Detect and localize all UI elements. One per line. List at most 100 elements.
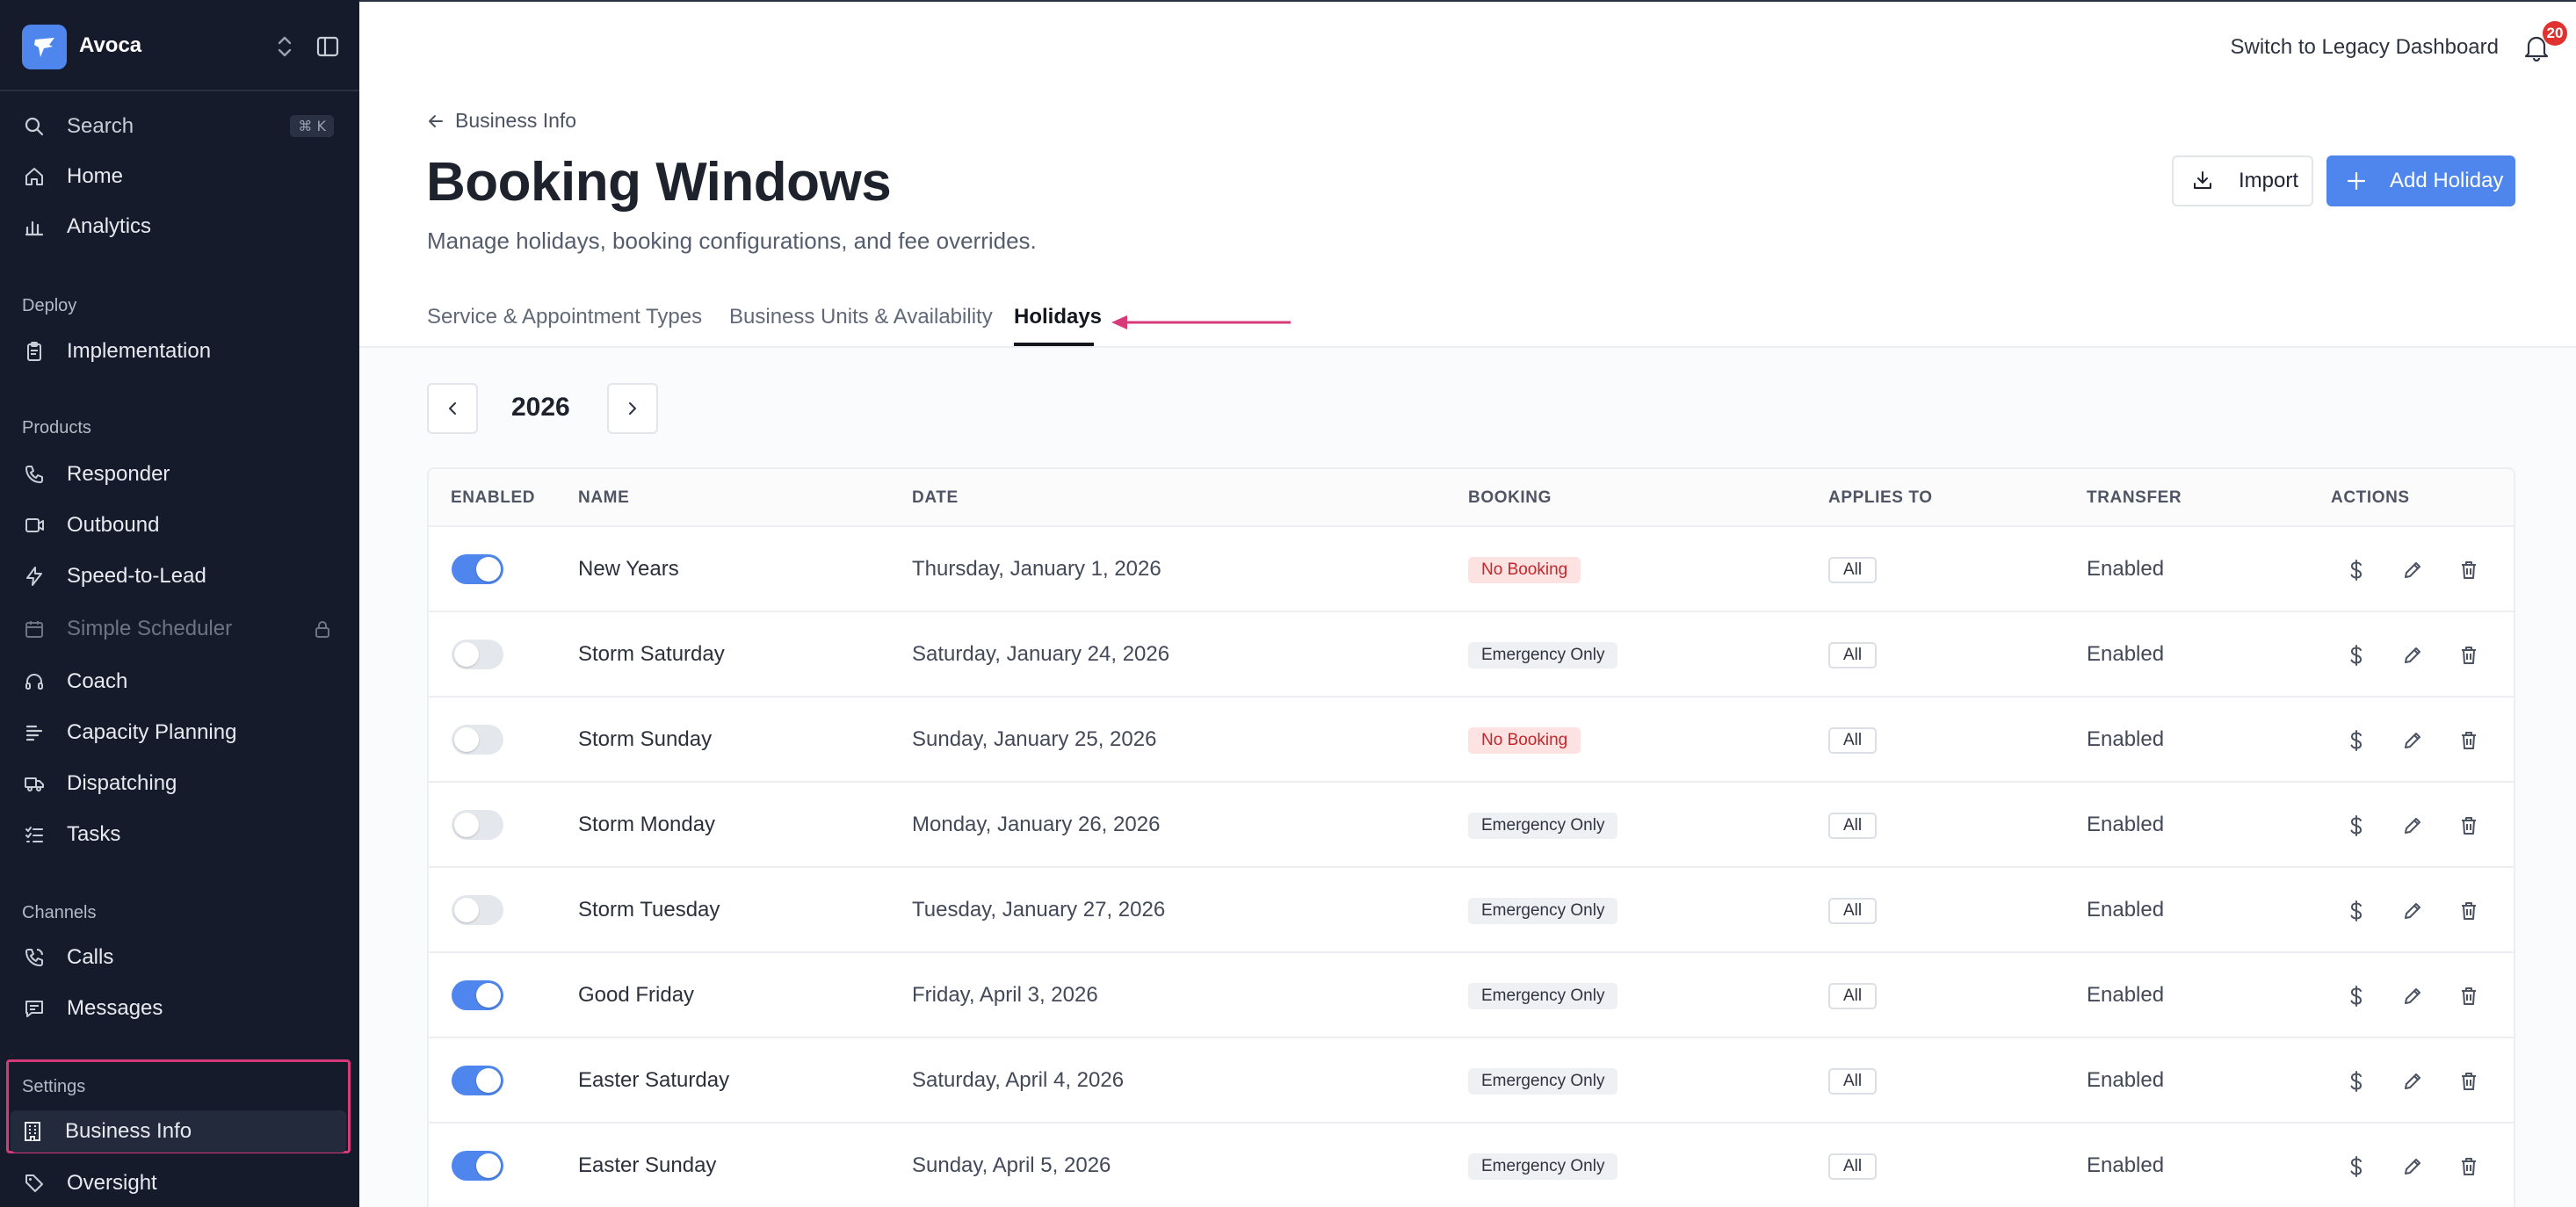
next-year-button[interactable] bbox=[607, 383, 658, 434]
holiday-name: Good Friday bbox=[578, 983, 695, 1007]
sidebar-item-oversight[interactable]: Oversight bbox=[12, 1162, 346, 1204]
sidebar-item-capacity-planning[interactable]: Capacity Planning bbox=[12, 712, 346, 754]
org-switcher[interactable]: Avoca bbox=[0, 0, 359, 91]
edit-pencil-icon[interactable] bbox=[2400, 643, 2425, 668]
dollar-icon[interactable] bbox=[2344, 558, 2369, 582]
sidebar-item-home[interactable]: Home bbox=[12, 155, 346, 198]
booking-status-badge: Emergency Only bbox=[1468, 813, 1618, 839]
sidebar-item-label: Dispatching bbox=[67, 771, 177, 795]
holiday-date: Saturday, April 4, 2026 bbox=[912, 1068, 1125, 1092]
transfer-status: Enabled bbox=[2087, 983, 2165, 1007]
holiday-date: Sunday, April 5, 2026 bbox=[912, 1153, 1111, 1177]
dollar-icon[interactable] bbox=[2344, 1154, 2369, 1179]
trash-icon[interactable] bbox=[2457, 813, 2481, 838]
trash-icon[interactable] bbox=[2457, 899, 2481, 923]
trash-icon[interactable] bbox=[2457, 1154, 2481, 1179]
breadcrumb-back-link[interactable]: Business Info bbox=[427, 109, 576, 133]
toggle-knob bbox=[454, 727, 479, 752]
edit-pencil-icon[interactable] bbox=[2400, 984, 2425, 1008]
previous-year-button[interactable] bbox=[427, 383, 478, 434]
edit-pencil-icon[interactable] bbox=[2400, 813, 2425, 838]
sidebar-item-outbound[interactable]: Outbound bbox=[12, 504, 346, 546]
tab-service-appointment-types[interactable]: Service & Appointment Types bbox=[427, 305, 702, 329]
holiday-name: Easter Sunday bbox=[578, 1153, 717, 1177]
sidebar-item-business-info[interactable]: Business Info bbox=[11, 1110, 346, 1153]
enabled-toggle[interactable] bbox=[452, 895, 503, 925]
sidebar-item-dispatching[interactable]: Dispatching bbox=[12, 763, 346, 805]
sidebar-item-speed-to-lead[interactable]: Speed-to-Lead bbox=[12, 555, 346, 597]
dollar-icon[interactable] bbox=[2344, 643, 2369, 668]
enabled-toggle[interactable] bbox=[452, 554, 503, 584]
trash-icon[interactable] bbox=[2457, 1069, 2481, 1094]
add-holiday-button-label: Add Holiday bbox=[2390, 169, 2504, 192]
edit-pencil-icon[interactable] bbox=[2400, 899, 2425, 923]
edit-pencil-icon[interactable] bbox=[2400, 558, 2425, 582]
main-content: Switch to Legacy Dashboard 20 Business I… bbox=[359, 0, 2576, 1207]
trash-icon[interactable] bbox=[2457, 643, 2481, 668]
tab-business-units-availability[interactable]: Business Units & Availability bbox=[729, 305, 993, 329]
trash-icon[interactable] bbox=[2457, 558, 2481, 582]
dollar-icon[interactable] bbox=[2344, 984, 2369, 1008]
outbound-icon bbox=[23, 514, 46, 537]
plus-icon bbox=[2347, 171, 2366, 191]
sidebar-item-label: Tasks bbox=[67, 822, 121, 846]
enabled-toggle[interactable] bbox=[452, 640, 503, 669]
section-label-products: Products bbox=[22, 418, 91, 437]
dollar-icon[interactable] bbox=[2344, 899, 2369, 923]
sidebar-item-label: Coach bbox=[67, 669, 128, 693]
trash-icon[interactable] bbox=[2457, 728, 2481, 753]
sidebar-item-calls[interactable]: Calls bbox=[12, 936, 346, 979]
column-header-transfer: TRANSFER bbox=[2087, 488, 2182, 507]
enabled-toggle[interactable] bbox=[452, 1066, 503, 1095]
booking-status-badge: Emergency Only bbox=[1468, 898, 1618, 924]
tab-holidays[interactable]: Holidays bbox=[1014, 305, 1102, 329]
table-header: ENABLED NAME DATE BOOKING APPLIES TO TRA… bbox=[429, 469, 2514, 527]
edit-pencil-icon[interactable] bbox=[2400, 728, 2425, 753]
edit-pencil-icon[interactable] bbox=[2400, 1154, 2425, 1179]
booking-status-badge: Emergency Only bbox=[1468, 1153, 1618, 1180]
edit-pencil-icon[interactable] bbox=[2400, 1069, 2425, 1094]
sidebar: Avoca Search ⌘ K Home Analytics Deploy I… bbox=[0, 0, 359, 1207]
enabled-toggle[interactable] bbox=[452, 725, 503, 755]
column-header-booking: BOOKING bbox=[1468, 488, 1552, 507]
sidebar-item-analytics[interactable]: Analytics bbox=[12, 206, 346, 248]
sidebar-item-coach[interactable]: Coach bbox=[12, 661, 346, 703]
sidebar-item-tasks[interactable]: Tasks bbox=[12, 813, 346, 856]
sidebar-item-implementation[interactable]: Implementation bbox=[12, 330, 346, 372]
table-row: Storm Tuesday Tuesday, January 27, 2026 Em… bbox=[429, 868, 2514, 953]
sidebar-item-responder[interactable]: Responder bbox=[12, 453, 346, 495]
capacity-icon bbox=[23, 721, 46, 744]
trash-icon[interactable] bbox=[2457, 984, 2481, 1008]
lock-icon bbox=[315, 621, 329, 638]
import-button[interactable]: Import bbox=[2172, 155, 2313, 206]
sidebar-item-messages[interactable]: Messages bbox=[12, 987, 346, 1030]
holiday-name: Easter Saturday bbox=[578, 1068, 730, 1092]
sidebar-item-label: Search bbox=[67, 114, 134, 138]
enabled-toggle[interactable] bbox=[452, 1151, 503, 1181]
sidebar-item-label: Speed-to-Lead bbox=[67, 564, 206, 588]
section-label-channels: Channels bbox=[22, 903, 97, 922]
dollar-icon[interactable] bbox=[2344, 728, 2369, 753]
applies-to-badge: All bbox=[1828, 1153, 1878, 1180]
dollar-icon[interactable] bbox=[2344, 813, 2369, 838]
arrow-left-icon bbox=[429, 114, 443, 127]
sidebar-item-search[interactable]: Search ⌘ K bbox=[12, 105, 346, 148]
tag-icon bbox=[23, 1172, 46, 1195]
add-holiday-button[interactable]: Add Holiday bbox=[2326, 155, 2515, 206]
table-row: New Years Thursday, January 1, 2026 No Boo… bbox=[429, 527, 2514, 612]
chevron-up-down-icon[interactable] bbox=[275, 32, 294, 61]
enabled-toggle[interactable] bbox=[452, 980, 503, 1010]
switch-legacy-dashboard-link[interactable]: Switch to Legacy Dashboard bbox=[2230, 35, 2499, 60]
booking-status-badge: Emergency Only bbox=[1468, 642, 1618, 669]
year-label: 2026 bbox=[511, 393, 570, 422]
phone-icon bbox=[23, 463, 46, 486]
transfer-status: Enabled bbox=[2087, 813, 2165, 836]
toggle-knob bbox=[476, 983, 501, 1008]
booking-status-badge: Emergency Only bbox=[1468, 983, 1618, 1009]
enabled-toggle[interactable] bbox=[452, 810, 503, 840]
holiday-name: Storm Saturday bbox=[578, 642, 725, 666]
calendar-icon bbox=[23, 618, 46, 640]
search-icon bbox=[23, 115, 46, 138]
sidebar-toggle-icon[interactable] bbox=[316, 35, 339, 58]
dollar-icon[interactable] bbox=[2344, 1069, 2369, 1094]
